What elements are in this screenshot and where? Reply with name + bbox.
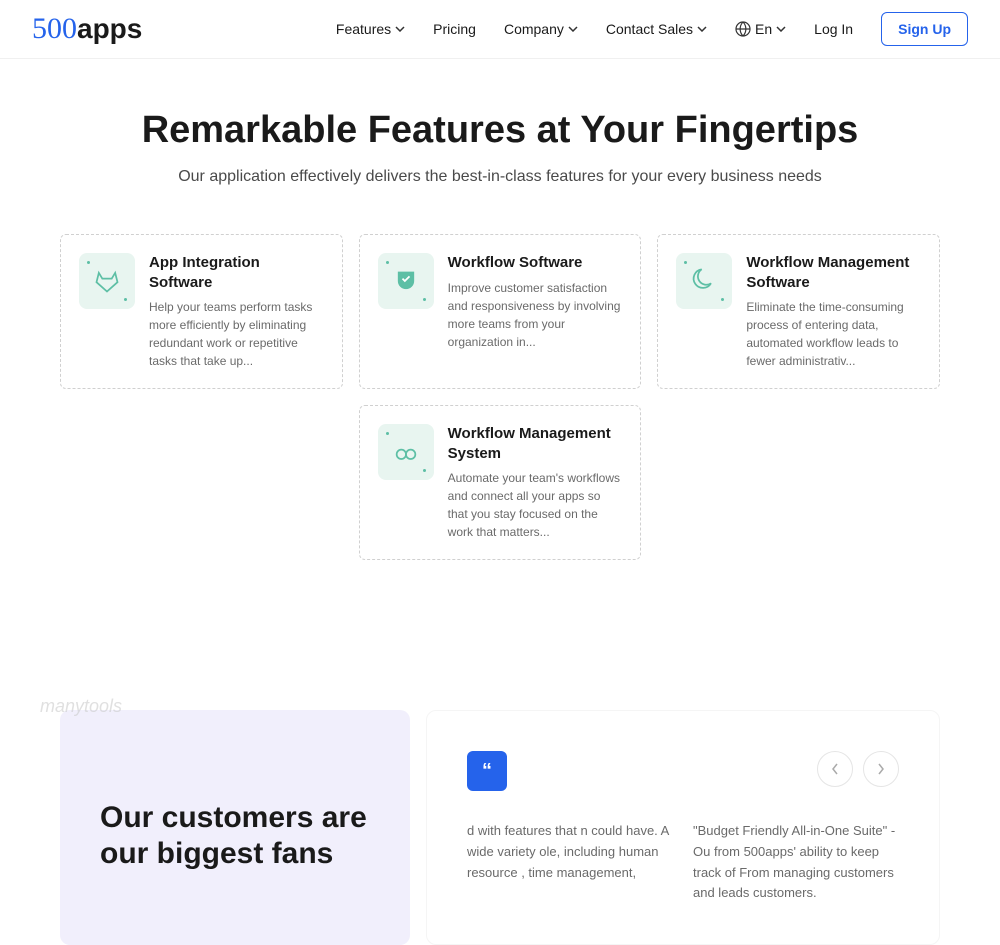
header: 500apps Features Pricing Company Contact… [0,0,1000,59]
page-title: Remarkable Features at Your Fingertips [60,109,940,152]
card-content: App Integration Software Help your teams… [149,253,324,370]
card-title: Workflow Software [448,253,623,273]
feature-card[interactable]: Workflow Management Software Eliminate t… [657,234,940,389]
testimonial-heading-card: Our customers are our biggest fans [60,710,410,945]
features-section: Remarkable Features at Your Fingertips O… [0,59,1000,620]
chevron-down-icon [776,26,786,32]
logo-500: 500 [32,12,77,46]
feature-cards-row1: App Integration Software Help your teams… [60,234,940,389]
testimonials-section: Our customers are our biggest fans “ d w… [0,710,1000,945]
globe-icon [735,21,751,37]
card-content: Workflow Software Improve customer satis… [448,253,623,351]
testimonial-content-card: “ d with features that n could have. A w… [426,710,940,945]
chevron-down-icon [568,26,578,32]
card-title: Workflow Management System [448,424,623,463]
logo-apps: apps [77,13,142,45]
moon-icon [676,253,732,309]
chevron-down-icon [697,26,707,32]
card-desc: Eliminate the time-consuming process of … [746,298,921,370]
page-subtitle: Our application effectively delivers the… [60,168,940,186]
nav-features[interactable]: Features [336,21,405,37]
chevron-right-icon [877,763,885,775]
card-content: Workflow Management Software Eliminate t… [746,253,921,370]
card-content: Workflow Management System Automate your… [448,424,623,541]
testimonial-nav [817,751,899,787]
nav-contact-sales[interactable]: Contact Sales [606,21,707,37]
feature-card[interactable]: App Integration Software Help your teams… [60,234,343,389]
chevron-down-icon [395,26,405,32]
testimonial-col1: d with features that n could have. A wid… [467,821,673,904]
glasses-icon [378,424,434,480]
nav-login[interactable]: Log In [814,21,853,37]
feature-card[interactable]: Workflow Management System Automate your… [359,405,642,560]
card-desc: Automate your team's workflows and conne… [448,469,623,541]
nav-company[interactable]: Company [504,21,578,37]
chevron-left-icon [831,763,839,775]
prev-button[interactable] [817,751,853,787]
testimonial-col2: "Budget Friendly All-in-One Suite" - Ou … [693,821,899,904]
card-desc: Improve customer satisfaction and respon… [448,279,623,351]
card-desc: Help your teams perform tasks more effic… [149,298,324,370]
feature-cards-row2: Workflow Management System Automate your… [60,405,940,560]
testimonial-heading: Our customers are our biggest fans [100,800,370,872]
card-title: Workflow Management Software [746,253,921,292]
testimonial-text: d with features that n could have. A wid… [467,821,899,904]
logo[interactable]: 500apps [32,12,142,46]
signup-button[interactable]: Sign Up [881,12,968,46]
nav-pricing[interactable]: Pricing [433,21,476,37]
gitlab-icon [79,253,135,309]
card-title: App Integration Software [149,253,324,292]
nav-language[interactable]: En [735,21,786,37]
nav: Features Pricing Company Contact Sales E… [336,12,968,46]
next-button[interactable] [863,751,899,787]
feature-card[interactable]: Workflow Software Improve customer satis… [359,234,642,389]
shield-icon [378,253,434,309]
quote-icon: “ [467,751,507,791]
watermark: manytools [40,696,122,717]
